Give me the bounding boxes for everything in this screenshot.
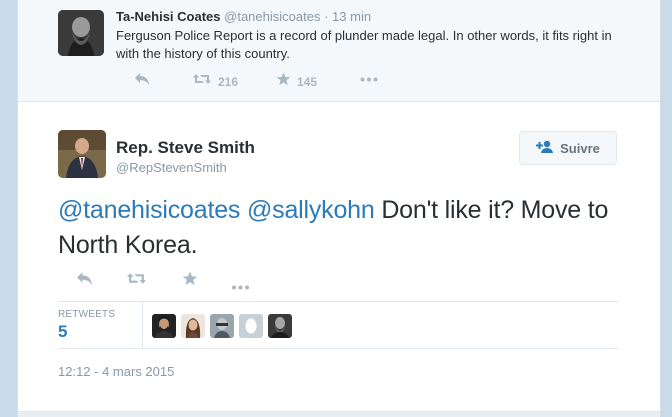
star-icon: [276, 72, 291, 91]
more-icon[interactable]: [231, 277, 250, 295]
tweet-time[interactable]: 13 min: [332, 9, 371, 24]
favorite-count: 145: [297, 74, 318, 89]
retweet-button[interactable]: 216: [192, 72, 238, 91]
avatar[interactable]: [152, 314, 176, 338]
follow-button[interactable]: Suivre: [519, 131, 617, 165]
avatar[interactable]: [268, 314, 292, 338]
avatar[interactable]: [58, 10, 104, 56]
retweet-icon[interactable]: [126, 271, 147, 291]
tweet-page: Ta-Nehisi Coates @tanehisicoates · 13 mi…: [17, 0, 661, 417]
add-user-icon: [536, 140, 554, 156]
favorite-button[interactable]: 145: [276, 72, 317, 91]
parent-tweet-text: Ferguson Police Report is a record of pl…: [116, 28, 612, 61]
avatar[interactable]: [58, 130, 106, 178]
parent-tweet[interactable]: Ta-Nehisi Coates @tanehisicoates · 13 mi…: [18, 0, 660, 102]
reply-icon[interactable]: [134, 72, 150, 86]
author-name[interactable]: Ta-Nehisi Coates: [116, 9, 221, 24]
retweets-label: RETWEETS: [58, 309, 116, 320]
star-icon[interactable]: [182, 271, 198, 291]
tweet-text: @tanehisicoates @sallykohn Don't like it…: [58, 193, 618, 263]
mention-link[interactable]: @tanehisicoates: [58, 196, 240, 224]
avatar[interactable]: [210, 314, 234, 338]
avatar[interactable]: [239, 314, 263, 338]
tweet-actions: [58, 271, 258, 291]
author-handle[interactable]: @tanehisicoates: [224, 9, 320, 24]
reply-area-edge: [18, 411, 660, 417]
separator: ·: [324, 9, 329, 24]
author-handle[interactable]: @RepStevenSmith: [116, 160, 227, 175]
author-name[interactable]: Rep. Steve Smith: [116, 138, 255, 158]
follow-label: Suivre: [560, 140, 600, 156]
parent-tweet-header: Ta-Nehisi Coates @tanehisicoates · 13 mi…: [116, 9, 371, 24]
retweeter-avatars: [152, 314, 292, 338]
divider: [58, 348, 618, 349]
tweet-timestamp[interactable]: 12:12 - 4 mars 2015: [58, 364, 174, 379]
more-icon[interactable]: [360, 77, 378, 82]
retweet-count: 216: [218, 74, 239, 89]
retweets-count[interactable]: 5: [58, 322, 67, 342]
reply-icon[interactable]: [76, 271, 93, 291]
tweet-stats: RETWEETS 5: [58, 302, 618, 348]
retweet-icon: [192, 72, 212, 91]
divider: [142, 302, 143, 348]
avatar[interactable]: [181, 314, 205, 338]
mention-link[interactable]: @sallykohn: [247, 196, 375, 224]
